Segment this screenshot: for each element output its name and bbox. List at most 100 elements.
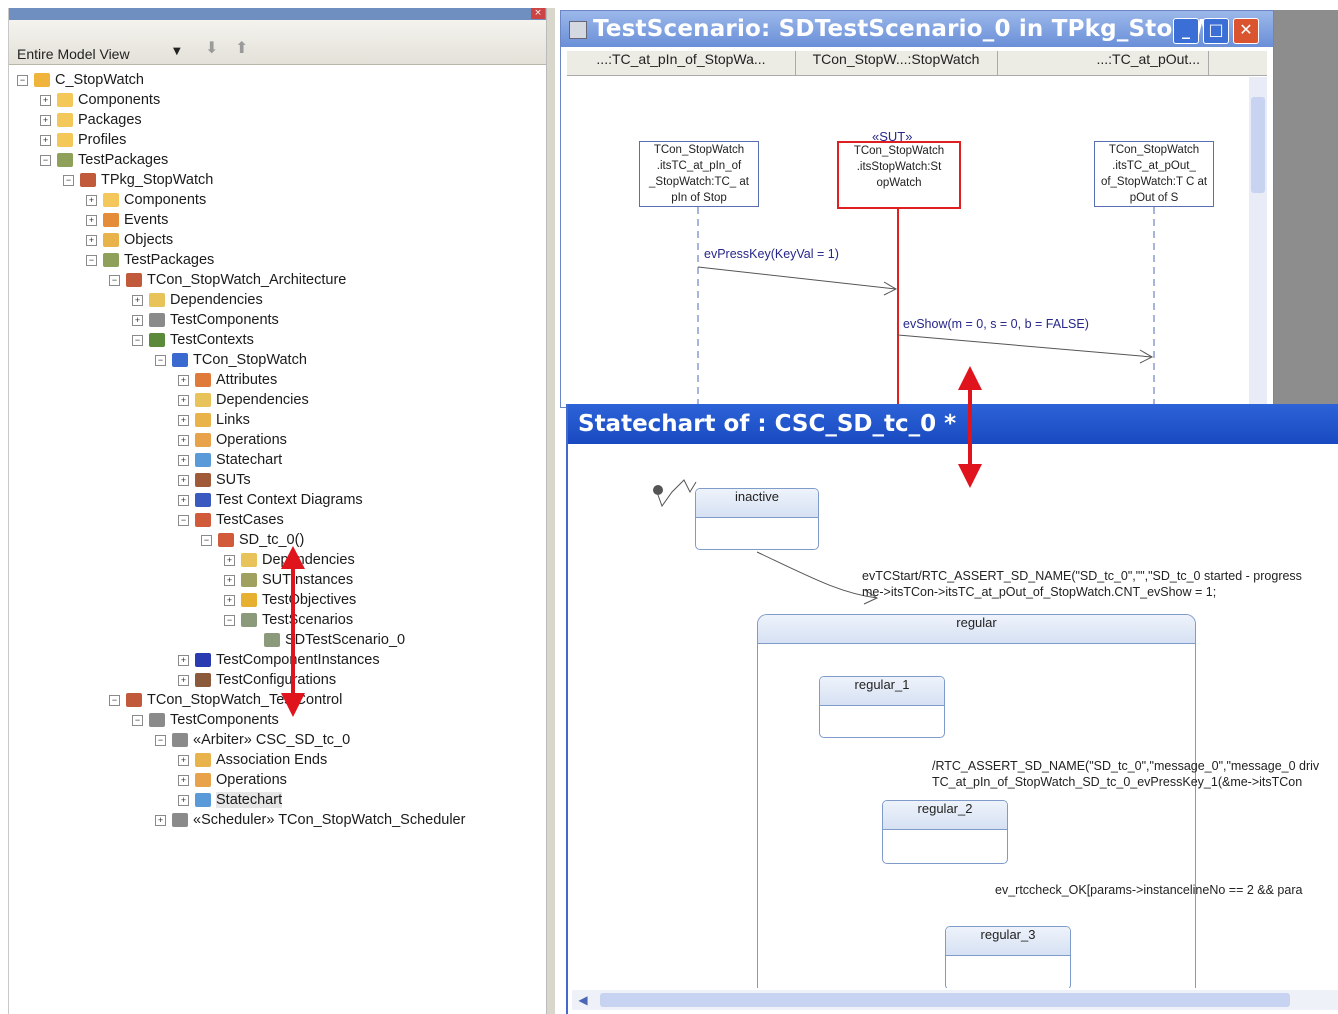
tree-item[interactable]: + Components — [40, 92, 160, 112]
state-inactive[interactable]: inactive — [695, 488, 819, 550]
expand-icon[interactable]: + — [178, 414, 189, 426]
expand-icon[interactable]: + — [178, 474, 189, 486]
tree-item[interactable]: + Operations — [178, 772, 287, 792]
transition-label[interactable]: ev_rtccheck_OK[params->instancelineNo ==… — [995, 882, 1302, 898]
tree-item[interactable]: + Statechart — [178, 452, 282, 472]
lifeline-box-sut[interactable]: TCon_StopWatch .itsStopWatch:St opWatch — [837, 141, 961, 209]
tree-item[interactable]: − TCon_StopWatch_TestControl — [109, 692, 342, 712]
tree-item[interactable]: − TestPackages — [86, 252, 214, 272]
transition-label[interactable]: evTCStart/RTC_ASSERT_SD_NAME("SD_tc_0","… — [862, 568, 1302, 584]
message-label-1[interactable]: evPressKey(KeyVal = 1) — [704, 247, 839, 261]
tree-item[interactable]: + Links — [178, 412, 250, 432]
tree-item[interactable]: − TestCases — [178, 512, 284, 532]
expand-icon[interactable]: + — [224, 594, 235, 606]
lifeline-header[interactable]: ...:TC_at_pOut... — [997, 51, 1209, 75]
tree-item[interactable]: + TestComponents — [132, 312, 279, 332]
tree-item[interactable]: − TCon_StopWatch — [155, 352, 307, 372]
collapse-icon[interactable]: − — [155, 734, 166, 746]
tree-item[interactable]: − TPkg_StopWatch — [63, 172, 213, 192]
collapse-icon[interactable]: − — [109, 694, 120, 706]
expand-icon[interactable]: + — [178, 654, 189, 666]
tree-item[interactable]: + SUTInstances — [224, 572, 353, 592]
tree-item[interactable]: − «Arbiter» CSC_SD_tc_0 — [155, 732, 350, 752]
transition-label[interactable]: me->itsTCon->itsTC_at_pOut_of_StopWatch.… — [862, 584, 1216, 600]
tree-item[interactable]: + «Scheduler» TCon_StopWatch_Scheduler — [155, 812, 465, 832]
maximize-button[interactable]: □ — [1203, 18, 1229, 44]
tree-item[interactable]: − C_StopWatch — [17, 72, 144, 92]
expand-icon[interactable]: + — [178, 774, 189, 786]
expand-icon[interactable]: + — [40, 94, 51, 106]
expand-icon[interactable]: + — [86, 234, 97, 246]
view-select[interactable]: Entire Model View — [17, 46, 130, 62]
tree-item[interactable]: SDTestScenario_0 — [247, 632, 405, 652]
expand-icon[interactable]: + — [178, 454, 189, 466]
tree-item[interactable]: − TCon_StopWatch_Architecture — [109, 272, 346, 292]
expand-icon[interactable]: + — [224, 554, 235, 566]
expand-icon[interactable]: + — [40, 134, 51, 146]
expand-icon[interactable]: + — [132, 294, 143, 306]
tree-item[interactable]: − TestScenarios — [224, 612, 353, 632]
arrow-up-icon[interactable]: ⬆ — [235, 38, 248, 57]
statechart-canvas[interactable]: inactive evTCStart/RTC_ASSERT_SD_NAME("S… — [572, 448, 1338, 988]
state-regular-3[interactable]: regular_3 — [945, 926, 1071, 988]
lifeline-box-tc-out[interactable]: TCon_StopWatch .itsTC_at_pOut_ of_StopWa… — [1094, 141, 1214, 207]
minimize-button[interactable]: _ — [1173, 18, 1199, 44]
expand-icon[interactable]: + — [178, 394, 189, 406]
tree-item[interactable]: + Profiles — [40, 132, 126, 152]
tree-item[interactable]: + Test Context Diagrams — [178, 492, 363, 512]
tree-item[interactable]: − TestContexts — [132, 332, 254, 352]
collapse-icon[interactable]: − — [17, 74, 28, 86]
expand-icon[interactable]: + — [178, 674, 189, 686]
expand-icon[interactable]: + — [178, 374, 189, 386]
expand-icon[interactable]: + — [86, 194, 97, 206]
tree-item[interactable]: + Objects — [86, 232, 173, 252]
expand-icon[interactable]: + — [224, 574, 235, 586]
scrollbar-thumb[interactable] — [1251, 97, 1265, 193]
expand-icon[interactable]: + — [178, 434, 189, 446]
tree-item[interactable]: + Events — [86, 212, 168, 232]
collapse-icon[interactable]: − — [86, 254, 97, 266]
tree-item[interactable]: + TestObjectives — [224, 592, 356, 612]
sc-horizontal-scrollbar[interactable]: ◀ — [572, 990, 1338, 1010]
collapse-icon[interactable]: − — [63, 174, 74, 186]
expand-icon[interactable]: + — [178, 794, 189, 806]
collapse-icon[interactable]: − — [132, 714, 143, 726]
tree-item[interactable]: + Attributes — [178, 372, 277, 392]
arrow-down-icon[interactable]: ⬇ — [205, 38, 218, 57]
transition-label[interactable]: TC_at_pIn_of_StopWatch_SD_tc_0_evPressKe… — [932, 774, 1302, 790]
lifeline-header[interactable]: ...:TC_at_pIn_of_StopWa... — [567, 51, 796, 75]
tree-item[interactable]: + Dependencies — [132, 292, 263, 312]
state-regular-1[interactable]: regular_1 — [819, 676, 945, 738]
chevron-down-icon[interactable]: ▼ — [173, 46, 181, 57]
expand-icon[interactable]: + — [178, 754, 189, 766]
collapse-icon[interactable]: − — [40, 154, 51, 166]
sequence-diagram-canvas[interactable]: TCon_StopWatch .itsTC_at_pIn_of _StopWat… — [567, 77, 1245, 407]
transition-label[interactable]: /RTC_ASSERT_SD_NAME("SD_tc_0","message_0… — [932, 758, 1319, 774]
pane-splitter[interactable] — [546, 8, 555, 1014]
collapse-icon[interactable]: − — [224, 614, 235, 626]
state-regular-2[interactable]: regular_2 — [882, 800, 1008, 864]
collapse-icon[interactable]: − — [178, 514, 189, 526]
tree-item[interactable]: + Dependencies — [178, 392, 309, 412]
expand-icon[interactable]: + — [132, 314, 143, 326]
collapse-icon[interactable]: − — [155, 354, 166, 366]
scrollbar-thumb[interactable] — [600, 993, 1290, 1007]
close-button[interactable]: ✕ — [1233, 18, 1259, 44]
tree-item[interactable]: + TestComponentInstances — [178, 652, 380, 672]
sc-title-bar[interactable]: Statechart of : CSC_SD_tc_0 * — [568, 404, 1338, 444]
lifeline-header[interactable]: TCon_StopW...:StopWatch — [795, 51, 998, 75]
tree-item[interactable]: − TestComponents — [132, 712, 279, 732]
tree-item[interactable]: + TestConfigurations — [178, 672, 336, 692]
message-label-2[interactable]: evShow(m = 0, s = 0, b = FALSE) — [903, 317, 1089, 331]
tree-item[interactable]: + Association Ends — [178, 752, 327, 772]
tree-item[interactable]: + Packages — [40, 112, 142, 132]
lifeline-box-tc-in[interactable]: TCon_StopWatch .itsTC_at_pIn_of _StopWat… — [639, 141, 759, 207]
tree-item[interactable]: − SD_tc_0() — [201, 532, 304, 552]
sd-vertical-scrollbar[interactable] — [1249, 77, 1267, 407]
expand-icon[interactable]: + — [86, 214, 97, 226]
tree-item[interactable]: + Statechart — [178, 792, 283, 812]
tree-item[interactable]: + SUTs — [178, 472, 251, 492]
expand-icon[interactable]: + — [178, 494, 189, 506]
sd-title-bar[interactable]: TestScenario: SDTestScenario_0 in TPkg_S… — [561, 11, 1273, 47]
collapse-icon[interactable]: − — [201, 534, 212, 546]
